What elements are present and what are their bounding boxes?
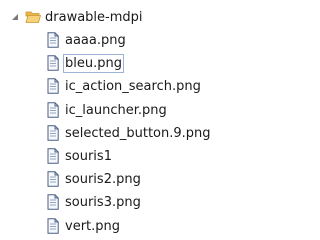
tree-folder-drawable-mdpi[interactable]: drawable-mdpi [0, 7, 233, 29]
file-label: souris1 [65, 149, 112, 164]
tree-file-item[interactable]: selected_button.9.png [0, 123, 233, 145]
tree-file-item[interactable]: souris2.png [0, 169, 233, 191]
tree-file-item[interactable]: ic_launcher.png [0, 100, 233, 122]
file-icon [47, 32, 59, 48]
file-icon [47, 194, 59, 211]
file-label: selected_button.9.png [65, 125, 211, 141]
file-icon [47, 55, 59, 71]
file-label: vert.png [65, 218, 121, 234]
file-label: ic_action_search.png [65, 79, 201, 95]
file-icon [47, 217, 59, 234]
tree-file-item[interactable]: aaaa.png [0, 30, 233, 52]
file-icon [47, 101, 59, 118]
file-label: bleu.png [65, 56, 122, 72]
file-label: ic_launcher.png [65, 102, 167, 118]
tree-file-item[interactable]: souris1 [0, 146, 233, 168]
file-icon [47, 78, 59, 95]
file-icon [47, 148, 59, 164]
tree-file-item[interactable]: vert.png [0, 216, 233, 238]
tree-file-item[interactable]: bleu.png [0, 53, 233, 75]
file-icon [47, 125, 59, 141]
file-icon [47, 171, 59, 187]
expand-arrow-icon[interactable] [10, 12, 20, 22]
folder-label: drawable-mdpi [45, 10, 143, 25]
tree-file-item[interactable]: souris3.png [0, 192, 233, 214]
file-label: souris2.png [65, 172, 141, 188]
tree-file-item[interactable]: ic_action_search.png [0, 76, 233, 98]
file-label: souris3.png [65, 195, 141, 211]
project-explorer-tree: drawable-mdpi aaaa.png bleu.png ic_action_… [0, 0, 233, 237]
file-label: aaaa.png [65, 33, 126, 48]
open-folder-icon [25, 11, 41, 23]
